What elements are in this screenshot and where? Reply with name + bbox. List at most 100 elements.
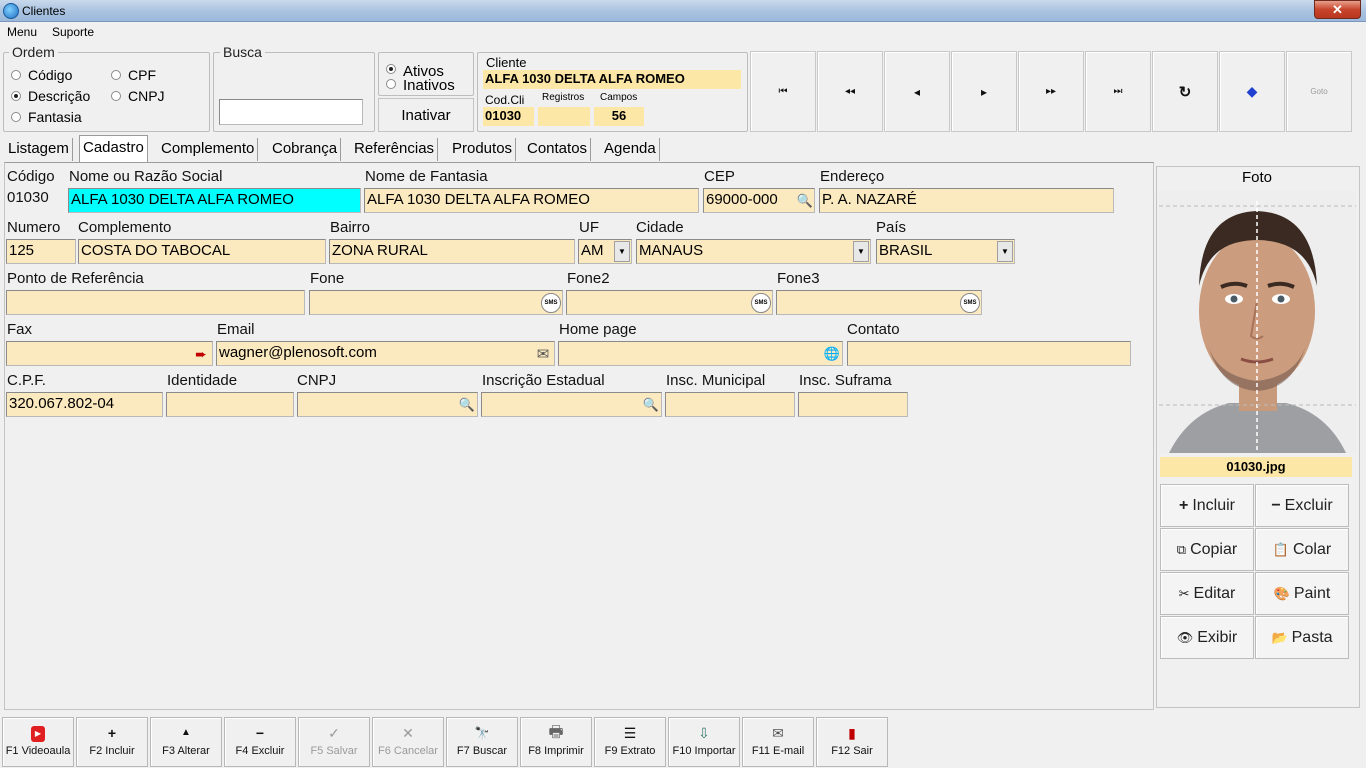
identidade-field[interactable] <box>166 392 294 417</box>
ordem-cpf-label: CPF <box>128 67 156 83</box>
f10-importar-button[interactable]: ⇩ F10 Importar <box>668 717 740 767</box>
tab-agenda[interactable]: Agenda <box>601 138 660 161</box>
fone2-sms-icon[interactable]: SMS <box>751 293 771 313</box>
refresh-button[interactable]: ↻ <box>1152 51 1218 132</box>
photo-incluir-button[interactable]: + Incluir <box>1160 484 1254 527</box>
f2-incluir-button[interactable]: + F2 Incluir <box>76 717 148 767</box>
next-page-button[interactable]: ▸▸ <box>1018 51 1084 132</box>
inscricao-estadual-field[interactable] <box>481 392 662 417</box>
cidade-select[interactable]: MANAUS <box>636 239 871 264</box>
insc-municipal-field[interactable] <box>665 392 795 417</box>
f11-email-button[interactable]: ✉ F11 E-mail <box>742 717 814 767</box>
email-field[interactable]: wagner@plenosoft.com <box>216 341 555 366</box>
ponto-referencia-field[interactable] <box>6 290 305 315</box>
tab-cadastro[interactable]: Cadastro <box>79 135 148 162</box>
homepage-field[interactable] <box>558 341 843 366</box>
f11-label: F11 E-mail <box>751 745 805 757</box>
tab-contatos[interactable]: Contatos <box>524 138 592 161</box>
person-photo-icon <box>1159 191 1356 453</box>
fone3-sms-icon[interactable]: SMS <box>960 293 980 313</box>
tab-listagem[interactable]: Listagem <box>5 138 73 161</box>
f7-label: F7 Buscar <box>456 745 508 757</box>
fantasia-field[interactable]: ALFA 1030 DELTA ALFA ROMEO <box>364 188 699 213</box>
fone3-field[interactable] <box>776 290 982 315</box>
fone2-field[interactable] <box>566 290 773 315</box>
codcli-value: 01030 <box>483 107 534 126</box>
cnpj-field[interactable] <box>297 392 478 417</box>
next-record-button[interactable]: ▸ <box>951 51 1017 132</box>
prev-record-button[interactable]: ◂ <box>884 51 950 132</box>
tab-cobranca[interactable]: Cobrança <box>269 138 342 161</box>
photo-paint-button[interactable]: 🎨 Paint <box>1255 572 1349 615</box>
tag-button[interactable]: ◆ <box>1219 51 1285 132</box>
f8-imprimir-button[interactable]: 🖶 F8 Imprimir <box>520 717 592 767</box>
insc-suframa-field[interactable] <box>798 392 908 417</box>
menu-item-suporte[interactable]: Suporte <box>52 25 94 39</box>
pais-chevron-down-icon[interactable]: ▼ <box>997 241 1013 262</box>
inscricao-search-icon[interactable]: 🔍 <box>641 395 661 415</box>
close-button[interactable]: ✕ <box>1314 0 1361 19</box>
nome-field[interactable]: ALFA 1030 DELTA ALFA ROMEO <box>68 188 361 213</box>
f7-buscar-button[interactable]: 🔭 F7 Buscar <box>446 717 518 767</box>
campos-label: Campos <box>600 92 638 103</box>
f3-alterar-button[interactable]: ▲ F3 Alterar <box>150 717 222 767</box>
ordem-cnpj-radio[interactable] <box>111 91 121 101</box>
f4-excluir-button[interactable]: − F4 Excluir <box>224 717 296 767</box>
fone-field[interactable] <box>309 290 563 315</box>
ativos-radio[interactable] <box>386 64 396 74</box>
ordem-cpf-radio[interactable] <box>111 70 121 80</box>
fax-send-icon[interactable]: ➨ <box>191 344 211 364</box>
cnpj-search-icon[interactable]: 🔍 <box>457 395 477 415</box>
first-record-button[interactable]: ⏮ <box>750 51 816 132</box>
inativos-radio[interactable] <box>386 79 396 89</box>
pais-select[interactable]: BRASIL <box>876 239 1015 264</box>
globe-icon[interactable]: 🌐 <box>822 344 842 364</box>
tab-referencias[interactable]: Referências <box>351 138 439 161</box>
cpf-field[interactable]: 320.067.802-04 <box>6 392 163 417</box>
photo-pasta-button[interactable]: 📂 Pasta <box>1255 616 1349 659</box>
f9-extrato-button[interactable]: ☰ F9 Extrato <box>594 717 666 767</box>
tab-complemento[interactable]: Complemento <box>158 138 259 161</box>
menu-item-menu[interactable]: Menu <box>7 25 37 39</box>
photo-colar-button[interactable]: 📋 Colar <box>1255 528 1349 571</box>
cep-search-icon[interactable]: 🔍 <box>795 191 815 211</box>
tab-produtos[interactable]: Produtos <box>449 138 517 161</box>
photo-exibir-button[interactable]: 👁 Exibir <box>1160 616 1254 659</box>
f1-videoaula-button[interactable]: ▶ F1 Videoaula <box>2 717 74 767</box>
endereco-field[interactable]: P. A. NAZARÉ <box>819 188 1114 213</box>
photo-excluir-button[interactable]: − Excluir <box>1255 484 1349 527</box>
ordem-fantasia-radio[interactable] <box>11 112 21 122</box>
goto-button[interactable]: Goto <box>1286 51 1352 132</box>
f12-sair-button[interactable]: ▮ F12 Sair <box>816 717 888 767</box>
f5-salvar-button[interactable]: ✓ F5 Salvar <box>298 717 370 767</box>
photo-filename: 01030.jpg <box>1160 457 1352 477</box>
photo-paint-label: Paint <box>1293 584 1331 602</box>
bairro-field[interactable]: ZONA RURAL <box>329 239 575 264</box>
uf-chevron-down-icon[interactable]: ▼ <box>614 241 630 262</box>
plus-icon: + <box>107 725 117 741</box>
ordem-descricao-radio[interactable] <box>11 91 21 101</box>
contato-field[interactable] <box>847 341 1131 366</box>
ordem-codigo-radio[interactable] <box>11 70 21 80</box>
photo-copiar-button[interactable]: ⧉ Copiar <box>1160 528 1254 571</box>
f2-label: F2 Incluir <box>89 745 135 757</box>
complemento-field[interactable]: COSTA DO TABOCAL <box>78 239 326 264</box>
photo-editar-button[interactable]: ✂ Editar <box>1160 572 1254 615</box>
f6-cancelar-button[interactable]: ✕ F6 Cancelar <box>372 717 444 767</box>
fax-field[interactable] <box>6 341 213 366</box>
last-record-button[interactable]: ⏭ <box>1085 51 1151 132</box>
busca-input[interactable] <box>219 99 363 125</box>
numero-field[interactable]: 125 <box>6 239 76 264</box>
inativar-button[interactable]: Inativar <box>378 98 474 132</box>
photo-title: Foto <box>1242 169 1273 186</box>
registros-label: Registros <box>542 92 585 103</box>
import-icon: ⇩ <box>698 725 710 741</box>
codcli-label: Cod.Cli <box>485 93 525 107</box>
cidade-chevron-down-icon[interactable]: ▼ <box>853 241 869 262</box>
homepage-label: Home page <box>559 321 637 338</box>
mail-icon[interactable]: ✉ <box>533 344 553 364</box>
client-photo[interactable] <box>1159 191 1356 453</box>
prev-page-button[interactable]: ◂◂ <box>817 51 883 132</box>
fone-sms-icon[interactable]: SMS <box>541 293 561 313</box>
fast-forward-icon: ▸▸ <box>1045 86 1057 97</box>
